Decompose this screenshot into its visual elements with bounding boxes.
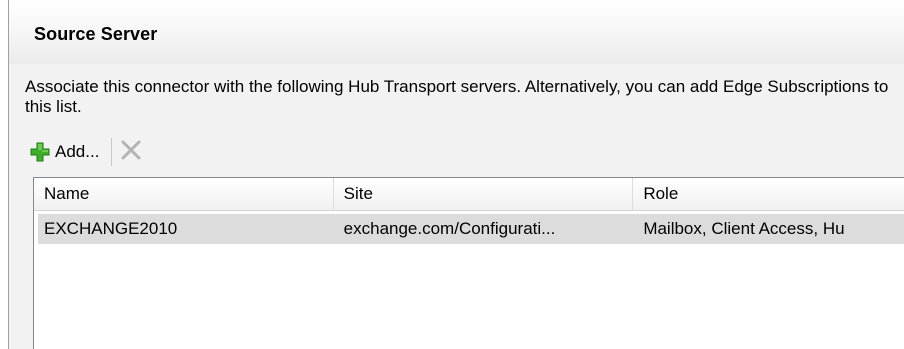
- toolbar: Add...: [25, 134, 144, 170]
- column-header-site[interactable]: Site: [334, 178, 634, 210]
- source-server-panel: Source Server Associate this connector w…: [8, 0, 904, 349]
- remove-x-icon: [120, 139, 142, 166]
- add-button-label: Add...: [55, 142, 100, 161]
- table-row[interactable]: EXCHANGE2010 exchange.com/Configurati...…: [38, 214, 904, 244]
- section-description: Associate this connector with the follow…: [25, 77, 889, 116]
- add-button[interactable]: Add...: [25, 136, 105, 168]
- column-header-role[interactable]: Role: [633, 178, 904, 210]
- toolbar-separator: [111, 138, 113, 166]
- section-title: Source Server: [34, 24, 158, 44]
- list-header: Name Site Role: [34, 178, 904, 211]
- remove-button[interactable]: [118, 136, 144, 168]
- cell-name: EXCHANGE2010: [44, 219, 178, 238]
- section-header: Source Server: [9, 0, 904, 64]
- cell-site: exchange.com/Configurati...: [343, 219, 556, 238]
- column-header-name[interactable]: Name: [34, 178, 334, 210]
- add-plus-icon: [29, 141, 51, 163]
- servers-list[interactable]: Name Site Role EXCHANGE2010 exchange.com…: [33, 177, 904, 349]
- cell-role: Mailbox, Client Access, Hu: [643, 219, 845, 238]
